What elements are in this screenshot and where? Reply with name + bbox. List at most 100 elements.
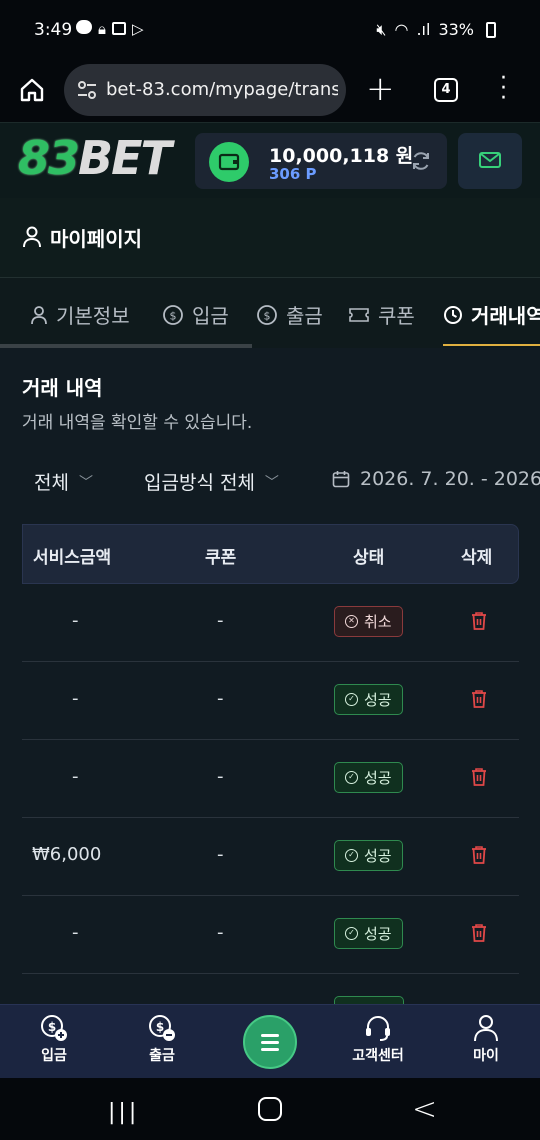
transactions-panel: 거래 내역 거래 내역을 확인할 수 있습니다. 전체 ﹀ 입금방식 전체 ﹀ … (0, 348, 540, 1004)
svg-text:$: $ (170, 309, 177, 322)
status-badge: ✓ 성공 (334, 684, 403, 715)
column-header: 삭제 (461, 548, 493, 568)
type-filter-select[interactable]: 전체 ﹀ (34, 468, 93, 495)
column-header: 쿠폰 (205, 548, 237, 568)
battery-level: 33% (438, 20, 474, 39)
check-circle-icon: ✓ (345, 693, 358, 706)
back-icon[interactable]: < (412, 1092, 437, 1127)
points-amount: 306 P (269, 165, 317, 183)
refresh-icon[interactable] (409, 149, 433, 173)
balance-amount: 10,000,118 원 (269, 145, 414, 167)
trash-icon[interactable] (470, 767, 488, 787)
nav-withdraw[interactable]: $ 출금 (122, 1013, 202, 1065)
coin-out-icon: $ (257, 304, 277, 325)
trash-icon[interactable] (470, 611, 488, 631)
mail-button[interactable] (458, 133, 522, 189)
table-row: - - ✓ 성공 (22, 896, 519, 974)
tab-deposit[interactable]: $ 입금 (162, 300, 229, 329)
coupon-cell: - (217, 610, 224, 631)
svg-text:$: $ (264, 309, 271, 322)
tab-basic-info[interactable]: 기본정보 (30, 300, 130, 329)
status-badge: ✕ 취소 (334, 606, 403, 637)
recent-apps-icon[interactable]: ||| (108, 1100, 139, 1125)
trash-icon[interactable] (470, 689, 488, 709)
method-filter-select[interactable]: 입금방식 전체 ﹀ (144, 468, 279, 495)
coin-in-icon: $ (163, 304, 183, 325)
column-header: 서비스금액 (33, 548, 112, 568)
deposit-icon: $ (41, 1015, 67, 1041)
status-time: 3:49 (34, 20, 73, 40)
check-circle-icon: ✓ (345, 771, 358, 784)
coupon-cell: - (217, 844, 224, 865)
address-bar[interactable]: bet-83.com/mypage/trans (64, 64, 346, 116)
system-home-icon[interactable] (258, 1097, 282, 1121)
more-menu-icon[interactable]: · · · (500, 68, 507, 110)
user-icon (474, 1015, 498, 1042)
check-circle-icon: ✓ (345, 927, 358, 940)
service-amount-cell: - (72, 688, 79, 709)
active-tab-indicator (443, 344, 540, 346)
site-header: 83BET 10,000,118 원 306 P (0, 122, 540, 198)
table-row: ₩6,000 - ✓ 성공 (22, 818, 519, 896)
service-amount-cell: - (72, 610, 79, 631)
nav-deposit[interactable]: $ 입금 (14, 1013, 94, 1065)
history-icon (444, 305, 462, 324)
section-title: 거래 내역 (22, 376, 103, 400)
page-title: 마이페이지 (50, 227, 142, 251)
nav-support[interactable]: 고객센터 (338, 1013, 418, 1065)
notification-icons: 🔒︎ ▷ (76, 20, 144, 38)
coupon-cell: - (217, 766, 224, 787)
battery-icon (486, 22, 496, 38)
tab-coupon[interactable]: 쿠폰 (348, 300, 415, 329)
system-navigation: ||| < (0, 1078, 540, 1140)
table-row: - - ✓ 성공 (22, 740, 519, 818)
wallet-panel[interactable]: 10,000,118 원 306 P (195, 133, 447, 189)
status-badge: ✓ 성공 (334, 918, 403, 949)
site-settings-icon[interactable] (76, 80, 98, 100)
trash-icon[interactable] (470, 845, 488, 865)
image-icon (111, 22, 126, 35)
table-row: - - ✕ 취소 (22, 584, 519, 662)
tab-withdraw[interactable]: $ 출금 (256, 300, 323, 329)
svg-text:$: $ (48, 1020, 56, 1034)
status-badge (334, 996, 404, 1004)
tab-count-button[interactable]: 4 (434, 78, 458, 102)
site-logo[interactable]: 83BET (18, 131, 172, 185)
wallet-icon (209, 142, 249, 182)
date-range-picker[interactable]: 2026. 7. 20. - 2026. 7. 20. (332, 468, 540, 490)
table-row (22, 974, 519, 1004)
chevron-down-icon: ﹀ (264, 474, 279, 491)
chevron-down-icon: ﹀ (78, 474, 93, 491)
home-icon[interactable] (18, 76, 46, 104)
tab-transactions[interactable]: 거래내역 (443, 300, 540, 329)
menu-button[interactable] (243, 1015, 297, 1069)
service-amount-cell: - (72, 766, 79, 787)
user-icon (23, 226, 41, 248)
user-icon (31, 305, 47, 324)
status-badge: ✓ 성공 (334, 762, 403, 793)
status-bar: 3:49 🔒︎ ▷ 🔇︎ ◠ .ıl 33% (0, 0, 540, 62)
play-icon: ▷ (131, 20, 144, 38)
trash-icon[interactable] (470, 923, 488, 943)
service-amount-cell: - (72, 922, 79, 943)
new-tab-icon[interactable]: + (366, 72, 395, 106)
cancel-circle-icon: ✕ (345, 615, 358, 628)
kakaotalk-icon (76, 20, 92, 34)
check-circle-icon: ✓ (345, 849, 358, 862)
wifi-icon: ◠ (394, 20, 409, 39)
withdraw-icon: $ (149, 1015, 175, 1041)
mail-icon (479, 152, 501, 168)
menu-icon (261, 1034, 279, 1055)
table-row: - - ✓ 성공 (22, 662, 519, 740)
nav-my[interactable]: 마이 (446, 1013, 526, 1065)
mypage-tabs: 기본정보 $ 입금 $ 출금 쿠폰 거래내역 (0, 278, 540, 348)
section-subtitle: 거래 내역을 확인할 수 있습니다. (22, 413, 253, 433)
status-badge: ✓ 성공 (334, 840, 403, 871)
service-amount-cell: ₩6,000 (32, 844, 102, 865)
bottom-nav: $ 입금 $ 출금 고객센터 마이 (0, 1004, 540, 1078)
headset-icon (366, 1016, 390, 1041)
browser-toolbar: bet-83.com/mypage/trans + 4 · · · (0, 62, 540, 122)
table-header: 서비스금액 쿠폰 상태 삭제 (22, 524, 519, 584)
lock-icon: 🔒︎ (98, 20, 106, 38)
calendar-icon (332, 471, 350, 488)
